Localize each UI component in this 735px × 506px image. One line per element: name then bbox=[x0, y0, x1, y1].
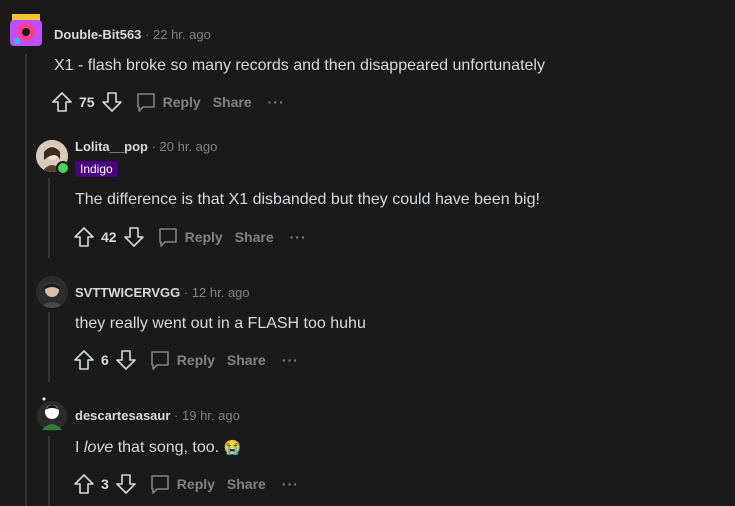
timestamp[interactable]: 20 hr. ago bbox=[160, 139, 218, 154]
body-text: that song, too. bbox=[113, 439, 220, 456]
comment-body: I love that song, too. 😭 bbox=[75, 439, 241, 457]
reply-label: Reply bbox=[176, 352, 215, 368]
more-options-icon[interactable]: ··· bbox=[282, 352, 299, 368]
reply-label: Reply bbox=[176, 476, 215, 492]
user-flair: Indigo bbox=[75, 161, 118, 177]
reply-button[interactable]: Reply bbox=[157, 226, 223, 248]
username[interactable]: SVTTWICERVGG bbox=[75, 285, 180, 300]
separator: · bbox=[151, 139, 156, 154]
timestamp[interactable]: 19 hr. ago bbox=[182, 408, 240, 423]
more-options-icon[interactable]: ··· bbox=[282, 476, 299, 492]
vote-count: 3 bbox=[101, 476, 109, 492]
thread-line[interactable] bbox=[25, 54, 27, 506]
username[interactable]: descartesasaur bbox=[75, 408, 170, 423]
comment-actions: 75 Reply Share ··· bbox=[51, 90, 285, 114]
comment-meta: Double-Bit563 · 22 hr. ago bbox=[54, 27, 211, 42]
separator: · bbox=[183, 285, 189, 300]
comment-icon bbox=[158, 228, 177, 247]
online-status-icon bbox=[56, 161, 70, 175]
avatar[interactable] bbox=[36, 396, 68, 432]
reply-button[interactable]: Reply bbox=[149, 349, 215, 371]
avatar[interactable] bbox=[8, 12, 44, 48]
comment-body: they really went out in a FLASH too huhu bbox=[75, 315, 366, 332]
emphasized-text: love bbox=[83, 439, 114, 456]
comment-meta: descartesasaur · 19 hr. ago bbox=[75, 408, 240, 423]
reply-label: Reply bbox=[184, 229, 223, 245]
vote-count: 75 bbox=[79, 94, 95, 110]
thread-line[interactable] bbox=[48, 436, 50, 506]
comment-meta: SVTTWICERVGG · 12 hr. ago bbox=[75, 285, 250, 300]
reply-button[interactable]: Reply bbox=[135, 91, 201, 113]
vote-count: 6 bbox=[101, 352, 109, 368]
comment-icon bbox=[150, 351, 169, 370]
timestamp[interactable]: 12 hr. ago bbox=[192, 285, 250, 300]
more-options-icon[interactable]: ··· bbox=[290, 229, 307, 245]
share-button[interactable]: Share bbox=[227, 476, 266, 492]
timestamp[interactable]: 22 hr. ago bbox=[153, 27, 211, 42]
share-label: Share bbox=[234, 229, 274, 245]
comment-body: X1 - flash broke so many records and the… bbox=[54, 57, 545, 74]
vote-count: 42 bbox=[101, 229, 117, 245]
crying-emoji-icon: 😭 bbox=[223, 439, 241, 455]
comment-actions: 6 Reply Share ··· bbox=[73, 348, 299, 372]
username[interactable]: Lolita__pop bbox=[75, 139, 148, 154]
comment-actions: 3 Reply Share ··· bbox=[73, 472, 299, 496]
separator: · bbox=[145, 27, 150, 42]
share-button[interactable]: Share bbox=[235, 229, 274, 245]
body-text: I bbox=[75, 439, 84, 456]
comment-meta: Lolita__pop · 20 hr. ago bbox=[75, 139, 217, 154]
upvote-icon[interactable] bbox=[73, 349, 95, 371]
comment-icon bbox=[136, 93, 155, 112]
share-label: Share bbox=[226, 352, 266, 368]
comment-icon bbox=[150, 475, 169, 494]
reply-button[interactable]: Reply bbox=[149, 473, 215, 495]
downvote-icon[interactable] bbox=[115, 473, 137, 495]
share-label: Share bbox=[226, 476, 266, 492]
thread-line[interactable] bbox=[48, 178, 50, 258]
share-label: Share bbox=[212, 94, 252, 110]
share-button[interactable]: Share bbox=[227, 352, 266, 368]
comment-actions: 42 Reply Share ··· bbox=[73, 225, 307, 249]
thread-line[interactable] bbox=[48, 312, 50, 382]
downvote-icon[interactable] bbox=[101, 91, 123, 113]
comment-body: The difference is that X1 disbanded but … bbox=[75, 191, 540, 208]
separator: · bbox=[174, 408, 179, 423]
share-button[interactable]: Share bbox=[213, 94, 252, 110]
username[interactable]: Double-Bit563 bbox=[54, 27, 141, 42]
avatar[interactable] bbox=[36, 276, 68, 308]
downvote-icon[interactable] bbox=[123, 226, 145, 248]
more-options-icon[interactable]: ··· bbox=[268, 94, 285, 110]
reply-label: Reply bbox=[162, 94, 201, 110]
upvote-icon[interactable] bbox=[73, 226, 95, 248]
upvote-icon[interactable] bbox=[51, 91, 73, 113]
downvote-icon[interactable] bbox=[115, 349, 137, 371]
upvote-icon[interactable] bbox=[73, 473, 95, 495]
